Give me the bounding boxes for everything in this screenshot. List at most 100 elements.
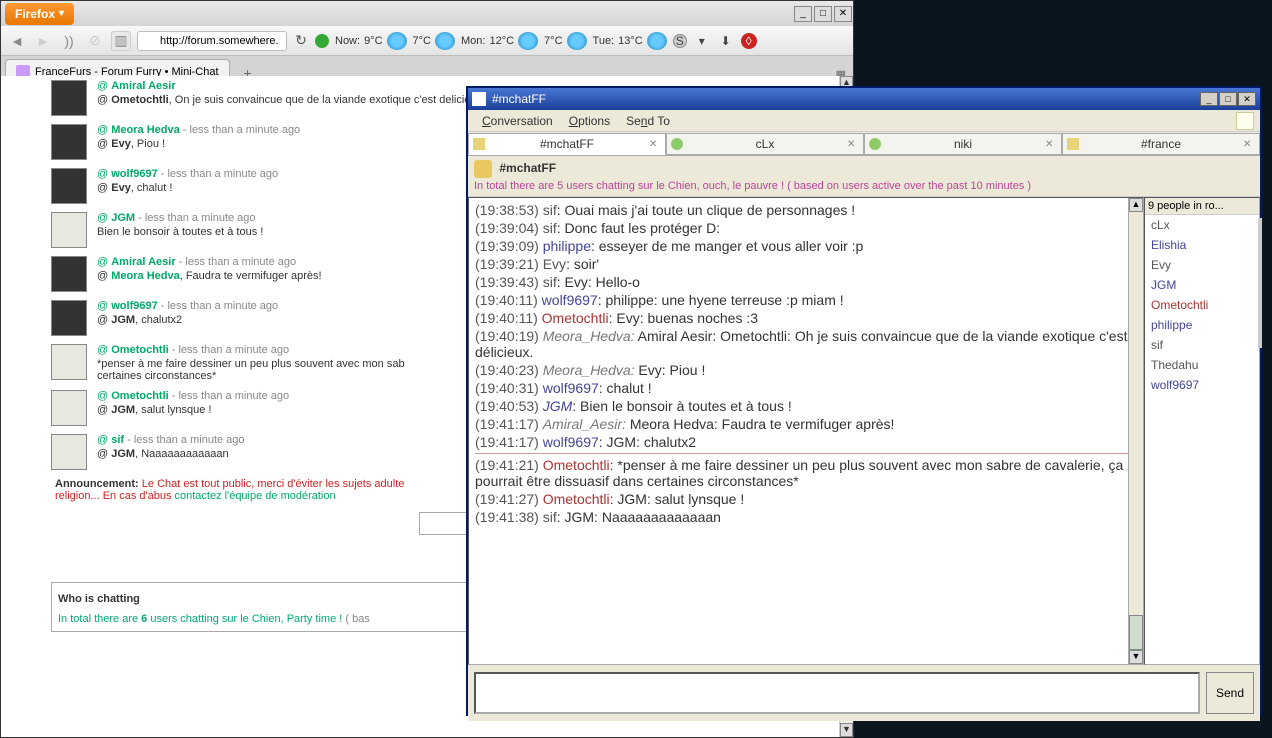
chat-minimize-button[interactable]: _	[1200, 92, 1218, 106]
scroll-down-icon[interactable]: ▼	[1129, 650, 1143, 664]
chat-send-button[interactable]: Send	[1206, 672, 1254, 714]
room-topic: In total there are 5 users chatting sur …	[474, 180, 1031, 192]
mention: JGM	[111, 404, 135, 416]
at-icon: @	[97, 390, 111, 402]
author-link[interactable]: JGM	[111, 212, 135, 224]
userlist-scrollbar[interactable]	[1258, 218, 1262, 348]
room-icon	[474, 160, 492, 178]
timestamp: (19:39:43)	[475, 274, 539, 290]
chat-maximize-button[interactable]: □	[1219, 92, 1237, 106]
chat-tab[interactable]: niki ✕	[864, 133, 1062, 155]
menu-sendto[interactable]: Send To	[618, 114, 678, 128]
userlist-item[interactable]: Ometochtli	[1145, 295, 1259, 315]
tab-close-icon[interactable]: ✕	[1045, 139, 1057, 150]
help-icon[interactable]	[1236, 112, 1254, 130]
at-icon: @	[97, 344, 111, 356]
author-link[interactable]: sif	[111, 434, 124, 446]
nick[interactable]: sif	[543, 274, 557, 290]
chat-tab[interactable]: #mchatFF✕	[468, 133, 666, 155]
author-link[interactable]: Amiral Aesir	[111, 80, 175, 92]
stumble-dropdown-icon[interactable]: ▾	[693, 32, 711, 50]
author-link[interactable]: Ometochtli	[111, 390, 168, 402]
timestamp: (19:41:27)	[475, 491, 539, 507]
stumble-icon[interactable]: S	[673, 34, 687, 48]
author-link[interactable]: wolf9697	[111, 168, 157, 180]
author-link[interactable]: Ometochtli	[111, 344, 168, 356]
nick[interactable]: Ometochtli	[543, 457, 610, 473]
chat-message-input[interactable]	[474, 672, 1200, 714]
chat-message-line: (19:39:04) sif: Donc faut les protéger D…	[475, 219, 1137, 237]
nick[interactable]: sif	[543, 509, 557, 525]
tab-close-icon[interactable]: ✕	[649, 139, 661, 150]
userlist-item[interactable]: philippe	[1145, 315, 1259, 335]
at-icon: @	[97, 434, 111, 446]
adblock-icon[interactable]: ◊	[741, 33, 757, 49]
author-link[interactable]: Amiral Aesir	[111, 256, 175, 268]
close-button[interactable]: ✕	[834, 6, 852, 22]
timestamp: (19:40:19)	[475, 328, 539, 344]
nick[interactable]: Meora_Hedva:	[543, 328, 635, 344]
nick[interactable]: Evy	[543, 256, 566, 272]
at-icon: @	[97, 212, 111, 224]
avatar	[51, 300, 87, 336]
scroll-up-icon[interactable]: ▲	[1129, 198, 1143, 212]
forward-button[interactable]: ►	[33, 31, 53, 51]
nick[interactable]: wolf9697	[542, 292, 598, 308]
nick[interactable]: wolf9697	[543, 434, 599, 450]
nick[interactable]: sif	[543, 220, 557, 236]
nick[interactable]: Amiral_Aesir:	[543, 416, 626, 432]
author-link[interactable]: Meora Hedva	[111, 124, 179, 136]
download-icon[interactable]: ⬇	[717, 32, 735, 50]
reload-button[interactable]: ↻	[293, 31, 309, 51]
firefox-titlebar[interactable]: Firefox _ □ ✕	[1, 1, 853, 26]
message-time: - less than a minute ago	[176, 256, 296, 268]
message-time: - less than a minute ago	[158, 168, 278, 180]
nick[interactable]: philippe	[543, 238, 591, 254]
moderation-link[interactable]: contactez l'équipe de modération	[175, 490, 336, 502]
nick[interactable]: sif	[543, 202, 557, 218]
maximize-button[interactable]: □	[814, 6, 832, 22]
tab-label: niki	[885, 137, 1041, 151]
firefox-menu-button[interactable]: Firefox	[5, 3, 74, 25]
rss-icon[interactable]: ))	[59, 31, 79, 51]
mention: Evy	[111, 138, 131, 150]
url-bar[interactable]: http://forum.somewhere.	[137, 31, 287, 51]
chat-tab[interactable]: #france✕	[1062, 133, 1260, 155]
userlist-item[interactable]: Thedahu	[1145, 355, 1259, 375]
announcement-text2: religion... En cas d'abus	[55, 490, 175, 502]
author-link[interactable]: wolf9697	[111, 300, 157, 312]
chat-tab[interactable]: cLx✕	[666, 133, 864, 155]
unread-separator	[475, 453, 1137, 454]
at-icon: @	[97, 138, 111, 150]
mention: Evy	[111, 182, 131, 194]
chat-titlebar[interactable]: #mchatFF _ □ ✕	[468, 88, 1260, 110]
tab-close-icon[interactable]: ✕	[847, 139, 859, 150]
menu-options[interactable]: Options	[561, 114, 618, 128]
userlist-item[interactable]: wolf9697	[1145, 375, 1259, 395]
chat-message-line: (19:41:17) wolf9697: JGM: chalutx2	[475, 433, 1137, 451]
tab-close-icon[interactable]: ✕	[1243, 139, 1255, 150]
readability-icon[interactable]: ▥	[111, 31, 131, 51]
chat-close-button[interactable]: ✕	[1238, 92, 1256, 106]
scroll-down-icon[interactable]: ▼	[840, 723, 853, 737]
at-icon: @	[97, 270, 111, 282]
nick[interactable]: Ometochtli	[543, 491, 610, 507]
nick[interactable]: wolf9697	[543, 380, 599, 396]
status-green-icon	[315, 34, 329, 48]
nick[interactable]: Ometochtli	[542, 310, 609, 326]
nick[interactable]: JGM	[543, 398, 573, 414]
stop-button[interactable]: ⊘	[85, 31, 105, 51]
back-button[interactable]: ◄	[7, 31, 27, 51]
userlist-item[interactable]: JGM	[1145, 275, 1259, 295]
messages-scrollbar[interactable]: ▲ ▼	[1128, 198, 1143, 664]
scroll-thumb[interactable]	[1129, 615, 1143, 650]
message-text: : Evy: buenas noches :3	[609, 310, 758, 326]
userlist-item[interactable]: Elishia	[1145, 235, 1259, 255]
menu-conversation[interactable]: Conversation	[474, 114, 561, 128]
minimize-button[interactable]: _	[794, 6, 812, 22]
userlist-item[interactable]: cLx	[1145, 215, 1259, 235]
userlist-item[interactable]: Evy	[1145, 255, 1259, 275]
userlist-item[interactable]: sif	[1145, 335, 1259, 355]
nick[interactable]: Meora_Hedva:	[543, 362, 635, 378]
popout-icon[interactable]	[1236, 160, 1254, 178]
